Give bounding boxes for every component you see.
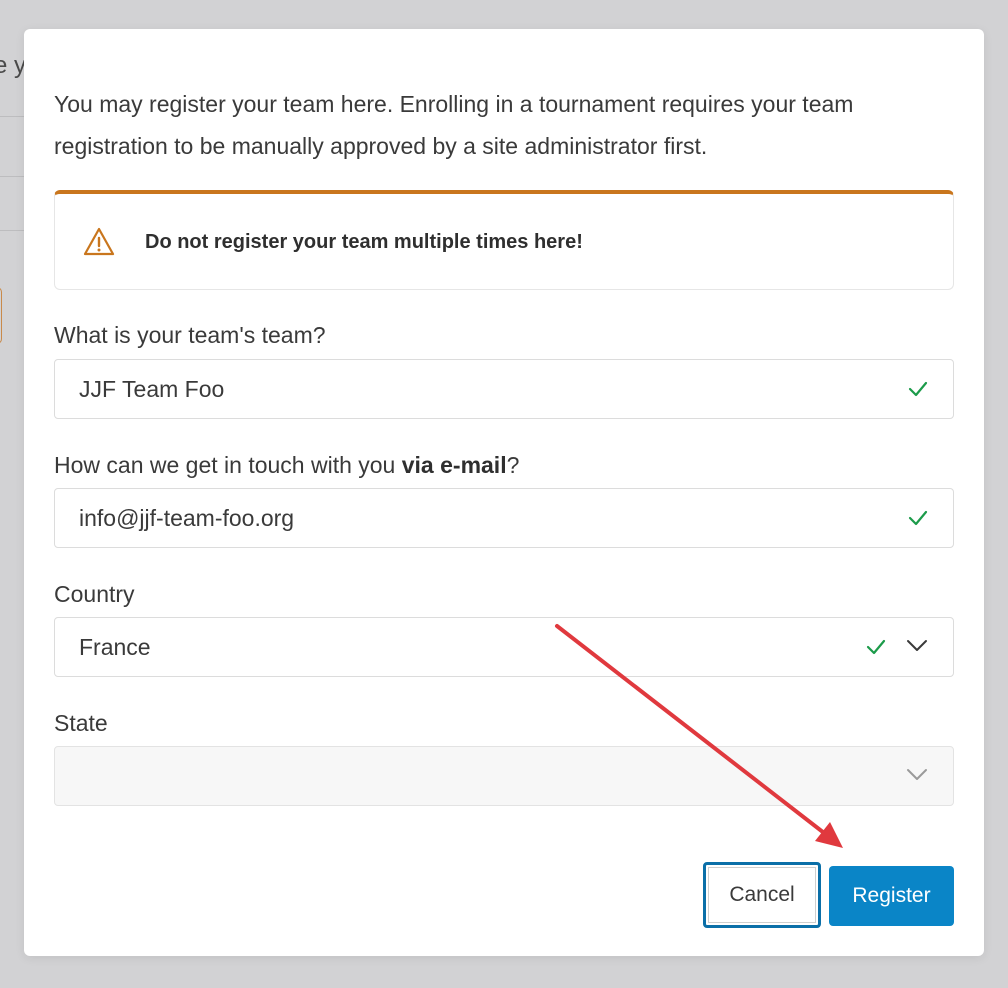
register-button[interactable]: Register <box>829 866 954 926</box>
background-text: e y <box>0 52 27 79</box>
state-select[interactable] <box>54 746 954 806</box>
email-label-prefix: How can we get in touch with you <box>54 452 402 478</box>
intro-line: registration to be manually approved by … <box>54 133 708 159</box>
valid-check-icon <box>908 381 928 397</box>
chevron-down-icon[interactable] <box>906 768 928 782</box>
email-label-suffix: ? <box>506 452 520 478</box>
intro-line: You may register your team here. Enrolli… <box>54 91 854 117</box>
valid-check-icon <box>866 639 886 655</box>
intro-text: You may register your team here. Enrolli… <box>54 83 954 167</box>
team-name-input[interactable]: JJF Team Foo <box>54 359 954 419</box>
chevron-down-icon[interactable] <box>906 639 928 653</box>
warning-notice: Do not register your team multiple times… <box>54 190 954 290</box>
warning-text: Do not register your team multiple times… <box>145 231 583 253</box>
cancel-button[interactable]: Cancel <box>703 862 821 928</box>
team-name-label: What is your team's team? <box>54 322 326 348</box>
email-label-bold: via e-mail <box>401 452 507 478</box>
state-label: State <box>54 710 108 736</box>
background-button <box>0 287 2 344</box>
email-label: How can we get in touch with you via e-m… <box>54 452 519 479</box>
email-value: info@jjf-team-foo.org <box>79 505 295 531</box>
team-name-value: JJF Team Foo <box>79 376 225 402</box>
country-label: Country <box>54 581 135 607</box>
email-input[interactable]: info@jjf-team-foo.org <box>54 488 954 548</box>
country-value: France <box>79 634 151 660</box>
register-team-modal: You may register your team here. Enrolli… <box>24 29 984 956</box>
warning-triangle-icon <box>83 227 115 256</box>
valid-check-icon <box>908 510 928 526</box>
country-select[interactable]: France <box>54 617 954 677</box>
